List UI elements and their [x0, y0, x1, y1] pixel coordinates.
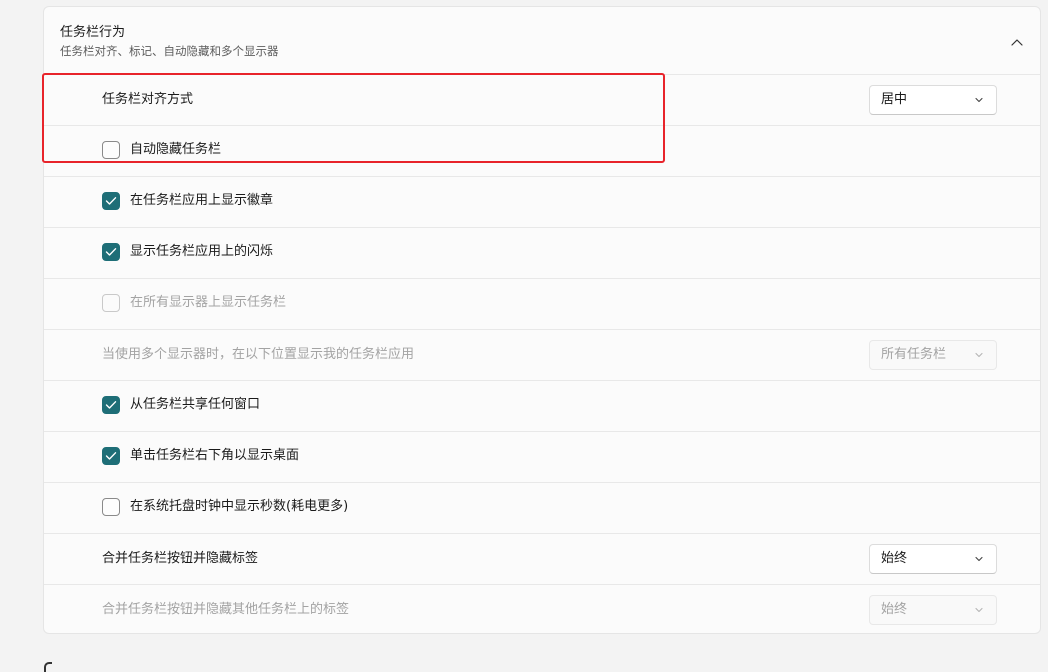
checkbox-box[interactable] — [102, 447, 120, 465]
chevron-down-icon — [975, 97, 983, 103]
checkbox-box[interactable] — [102, 141, 120, 159]
taskbar-alignment-label: 任务栏对齐方式 — [102, 92, 194, 107]
checkmark-icon — [105, 401, 117, 409]
row-show-badges: 在任务栏应用上显示徽章 — [44, 177, 1040, 228]
chevron-down-icon — [975, 556, 983, 562]
checkbox-box[interactable] — [102, 498, 120, 516]
combine-buttons-dropdown[interactable]: 始终 — [869, 544, 997, 574]
checkbox-box[interactable] — [102, 243, 120, 261]
row-multi-display-apps: 当使用多个显示器时，在以下位置显示我的任务栏应用 所有任务栏 — [44, 330, 1040, 381]
row-combine-other-taskbars: 合并任务栏按钮并隐藏其他任务栏上的标签 始终 — [44, 585, 1040, 633]
chevron-up-icon — [1011, 39, 1023, 46]
checkmark-icon — [105, 248, 117, 256]
show-badges-label: 在任务栏应用上显示徽章 — [130, 193, 274, 208]
all-displays-label: 在所有显示器上显示任务栏 — [130, 295, 287, 310]
row-show-desktop: 单击任务栏右下角以显示桌面 — [44, 432, 1040, 483]
collapse-button[interactable] — [1006, 31, 1028, 53]
dropdown-value: 居中 — [881, 92, 908, 107]
chevron-down-icon — [975, 352, 983, 358]
row-show-seconds: 在系统托盘时钟中显示秒数(耗电更多) — [44, 483, 1040, 534]
share-window-label: 从任务栏共享任何窗口 — [130, 397, 261, 412]
dropdown-value: 所有任务栏 — [881, 347, 947, 362]
partial-icon — [44, 662, 52, 672]
checkbox-box[interactable] — [102, 294, 120, 312]
combine-buttons-label: 合并任务栏按钮并隐藏标签 — [102, 551, 259, 566]
combine-other-taskbars-dropdown[interactable]: 始终 — [869, 595, 997, 625]
section-subtitle: 任务栏对齐、标记、自动隐藏和多个显示器 — [60, 44, 279, 58]
checkbox-box[interactable] — [102, 192, 120, 210]
auto-hide-checkbox[interactable]: 自动隐藏任务栏 — [102, 141, 221, 159]
row-share-window: 从任务栏共享任何窗口 — [44, 381, 1040, 432]
show-desktop-checkbox[interactable]: 单击任务栏右下角以显示桌面 — [102, 447, 299, 465]
multi-display-apps-dropdown[interactable]: 所有任务栏 — [869, 340, 997, 370]
checkmark-icon — [105, 197, 117, 205]
row-combine-buttons: 合并任务栏按钮并隐藏标签 始终 — [44, 534, 1040, 585]
row-taskbar-alignment: 任务栏对齐方式 居中 — [44, 75, 1040, 126]
multi-display-apps-label: 当使用多个显示器时，在以下位置显示我的任务栏应用 — [102, 347, 415, 362]
combine-other-taskbars-label: 合并任务栏按钮并隐藏其他任务栏上的标签 — [102, 602, 350, 617]
taskbar-behaviors-card: 任务栏行为 任务栏对齐、标记、自动隐藏和多个显示器 任务栏对齐方式 居中 自动隐… — [43, 6, 1041, 634]
row-show-flashing: 显示任务栏应用上的闪烁 — [44, 228, 1040, 279]
chevron-down-icon — [975, 607, 983, 613]
show-flashing-checkbox[interactable]: 显示任务栏应用上的闪烁 — [102, 243, 273, 261]
auto-hide-label: 自动隐藏任务栏 — [130, 142, 222, 157]
show-desktop-label: 单击任务栏右下角以显示桌面 — [130, 448, 300, 463]
show-seconds-checkbox[interactable]: 在系统托盘时钟中显示秒数(耗电更多) — [102, 498, 348, 516]
dropdown-value: 始终 — [881, 602, 908, 617]
row-auto-hide: 自动隐藏任务栏 — [44, 126, 1040, 177]
all-displays-checkbox[interactable]: 在所有显示器上显示任务栏 — [102, 294, 286, 312]
taskbar-alignment-dropdown[interactable]: 居中 — [869, 85, 997, 115]
dropdown-value: 始终 — [881, 551, 908, 566]
section-header[interactable]: 任务栏行为 任务栏对齐、标记、自动隐藏和多个显示器 — [44, 7, 1040, 75]
show-seconds-label: 在系统托盘时钟中显示秒数(耗电更多) — [130, 499, 349, 514]
section-title: 任务栏行为 — [60, 25, 126, 40]
show-flashing-label: 显示任务栏应用上的闪烁 — [130, 244, 274, 259]
checkmark-icon — [105, 452, 117, 460]
checkbox-box[interactable] — [102, 396, 120, 414]
show-badges-checkbox[interactable]: 在任务栏应用上显示徽章 — [102, 192, 273, 210]
row-all-displays: 在所有显示器上显示任务栏 — [44, 279, 1040, 330]
share-window-checkbox[interactable]: 从任务栏共享任何窗口 — [102, 396, 260, 414]
